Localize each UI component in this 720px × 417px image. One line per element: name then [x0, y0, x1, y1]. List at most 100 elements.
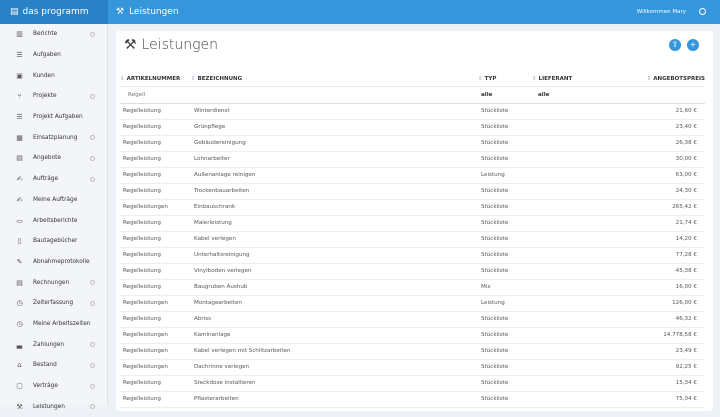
cell-artikelnummer: Regelleistung	[120, 135, 191, 152]
cell-artikelnummer: Regelleistung	[120, 215, 191, 232]
sidebar-item-label: Bestand	[33, 362, 57, 369]
info-icon[interactable]	[90, 342, 95, 348]
cell-bezeichnung: Winterdienst	[191, 103, 478, 120]
sidebar-item-aufgaben[interactable]: ☰ Aufgaben	[0, 45, 107, 66]
cell-bezeichnung: Außenanlage reinigen	[191, 167, 478, 184]
sidebar-item-label: Abnahmeprotokolle	[33, 258, 90, 265]
calendar-icon: ▦	[16, 133, 23, 142]
info-icon[interactable]	[90, 93, 95, 99]
sidebar-item-einsatzplanung[interactable]: ▦ Einsatzplanung	[0, 127, 107, 148]
info-icon[interactable]	[90, 300, 95, 306]
cell-artikelnummer: Regelleistung	[120, 247, 191, 264]
cell-lieferant	[532, 215, 632, 232]
table-row[interactable]: Regelleistungen Kabel verlegen mit Schlit…	[120, 343, 705, 360]
col-lieferant[interactable]: ⇕ LIEFERANT	[532, 72, 632, 87]
table-row[interactable]: Regelleistung Winterdienst Stückliste 21,60…	[120, 103, 705, 120]
sidebar-item-projekte[interactable]: ⑂ Projekte	[0, 86, 107, 107]
page-title: ⚒ Leistungen	[124, 37, 218, 53]
cell-lieferant	[532, 375, 632, 392]
filter-lieferant[interactable]: alle	[532, 86, 632, 104]
sidebar-item-berichte[interactable]: ▥ Berichte	[0, 24, 107, 45]
col-angebotspreis[interactable]: ⇕ ANGEBOTSPREIS	[632, 72, 705, 87]
table-row[interactable]: Regelleistung Baugruben Aushub Mix 16,00 €	[120, 279, 705, 296]
col-artikelnummer[interactable]: ⇕ ARTIKELNUMMER	[120, 72, 191, 87]
cell-typ: Stückliste	[478, 327, 532, 344]
cell-angebotspreis: 21,74 €	[632, 215, 705, 232]
cell-angebotspreis: 15,34 €	[632, 375, 705, 392]
table-row[interactable]: Regelleistung Kabel verlegen Stückliste 14,…	[120, 231, 705, 248]
sidebar-item-label: Meine Aufträge	[33, 196, 78, 203]
welcome-text[interactable]: Willkommen Mary	[637, 0, 686, 24]
sidebar-item-zeiterfassung[interactable]: ◷ Zeiterfassung	[0, 293, 107, 314]
sidebar-item-meine-arbeitszeiten[interactable]: ◷ Meine Arbeitszeiten	[0, 314, 107, 335]
sidebar-item-rechnungen[interactable]: ▤ Rechnungen	[0, 272, 107, 293]
logout-icon[interactable]	[699, 8, 706, 15]
sidebar-item-angebote[interactable]: ▤ Angebote	[0, 148, 107, 169]
cell-typ: Stückliste	[478, 151, 532, 168]
filter-typ[interactable]: alle	[478, 86, 532, 104]
info-icon[interactable]	[90, 155, 95, 161]
sidebar-item-bautagebücher[interactable]: ▯ Bautagebücher	[0, 231, 107, 252]
table-row[interactable]: Regelleistung Lohnarbeiter Stückliste 30,00…	[120, 151, 705, 168]
info-icon[interactable]	[90, 280, 95, 286]
col-typ[interactable]: ⇕ TYP	[478, 72, 532, 87]
info-icon[interactable]	[90, 362, 95, 368]
sidebar-item-abnahmeprotokolle[interactable]: ✎ Abnahmeprotokolle	[0, 252, 107, 273]
table-row[interactable]: Regelleistung Unterhaltsreinigung Stücklis…	[120, 247, 705, 264]
sidebar-item-meine-aufträge[interactable]: ✍ Meine Aufträge	[0, 190, 107, 211]
cell-typ: Mix	[478, 279, 532, 296]
table-row[interactable]: Regelleistung Außenanlage reinigen Leistun…	[120, 167, 705, 184]
info-icon[interactable]	[90, 383, 95, 389]
cell-artikelnummer: Regelleistung	[120, 279, 191, 296]
cell-lieferant	[532, 151, 632, 168]
info-icon[interactable]	[90, 31, 95, 37]
cell-bezeichnung: Abriss	[191, 311, 478, 328]
sidebar-item-projekt-aufgaben[interactable]: ☰ Projekt Aufgaben	[0, 107, 107, 128]
cell-bezeichnung: Vinylboden verlegen	[191, 263, 478, 280]
sidebar-item-label: Kunden	[33, 72, 55, 79]
filter-angebotspreis[interactable]	[632, 86, 705, 104]
app-logo[interactable]: ▤ das programm	[0, 0, 108, 24]
cell-typ: Stückliste	[478, 135, 532, 152]
hammer-icon: ⚒	[16, 402, 23, 411]
sidebar-item-zahlungen[interactable]: ▃ Zahlungen	[0, 334, 107, 355]
cell-lieferant	[532, 295, 632, 312]
cell-typ: Stückliste	[478, 343, 532, 360]
sidebar-item-label: Meine Arbeitszeiten	[33, 320, 91, 327]
col-bezeichnung[interactable]: ⇕ BEZEICHNUNG	[191, 72, 478, 87]
filter-bezeichnung[interactable]	[191, 86, 478, 104]
page-title-text: Leistungen	[141, 37, 219, 53]
table-row[interactable]: Regelleistung Grünpflege Stückliste 23,40 €	[120, 119, 705, 136]
sidebar-item-verträge[interactable]: ▢ Verträge	[0, 376, 107, 397]
cell-typ: Stückliste	[478, 247, 532, 264]
info-icon[interactable]	[90, 135, 95, 141]
table-row[interactable]: Regelleistungen Montagearbeiten Leistung 12…	[120, 295, 705, 312]
main-card: ⚒ Leistungen ⇪ + ⇕ ARTIKELNUMMER ⇕ BEZEICHN…	[116, 31, 713, 411]
cell-artikelnummer: Regelleistung	[120, 375, 191, 392]
sidebar-item-label: Aufträge	[33, 176, 59, 183]
signature-icon: ✍	[16, 195, 23, 204]
sidebar-item-aufträge[interactable]: ✍ Aufträge	[0, 169, 107, 190]
cell-lieferant	[532, 103, 632, 120]
sidebar-item-leistungen[interactable]: ⚒ Leistungen	[0, 396, 107, 417]
table-row[interactable]: Regelleistungen Einbauschrank Stückliste 26…	[120, 199, 705, 216]
filter-artikelnummer[interactable]: Regell	[120, 86, 191, 104]
sidebar-item-arbeitsberichte[interactable]: ▭ Arbeitsberichte	[0, 210, 107, 231]
cell-angebotspreis: 92,25 €	[632, 359, 705, 376]
table-row[interactable]: Regelleistungen Kaminanlage Stückliste 14.7…	[120, 327, 705, 344]
table-row[interactable]: Regelleistung Trockenbauarbeiten Stücklist…	[120, 183, 705, 200]
sidebar-item-bestand[interactable]: ⌂ Bestand	[0, 355, 107, 376]
sidebar-item-kunden[interactable]: ▣ Kunden	[0, 65, 107, 86]
cell-typ: Stückliste	[478, 263, 532, 280]
cell-bezeichnung: Dachrinne verlegen	[191, 359, 478, 376]
table-row[interactable]: Regelleistung Steckdose installieren Stück…	[120, 375, 705, 392]
table-row[interactable]: Regelleistung Malerleistung Stückliste 21,7…	[120, 215, 705, 232]
export-button[interactable]: ⇪	[669, 39, 681, 51]
table-row[interactable]: Regelleistungen Dachrinne verlegen Stückli…	[120, 359, 705, 376]
add-button[interactable]: +	[687, 39, 699, 51]
table-row[interactable]: Regelleistung Vinylboden verlegen Stücklis…	[120, 263, 705, 280]
sidebar-item-label: Zahlungen	[33, 341, 65, 348]
table-row[interactable]: Regelleistung Abriss Stückliste 46,32 €	[120, 311, 705, 328]
table-row[interactable]: Regelleistung Gebäudereinigung Stückliste 2…	[120, 135, 705, 152]
info-icon[interactable]	[90, 176, 95, 182]
